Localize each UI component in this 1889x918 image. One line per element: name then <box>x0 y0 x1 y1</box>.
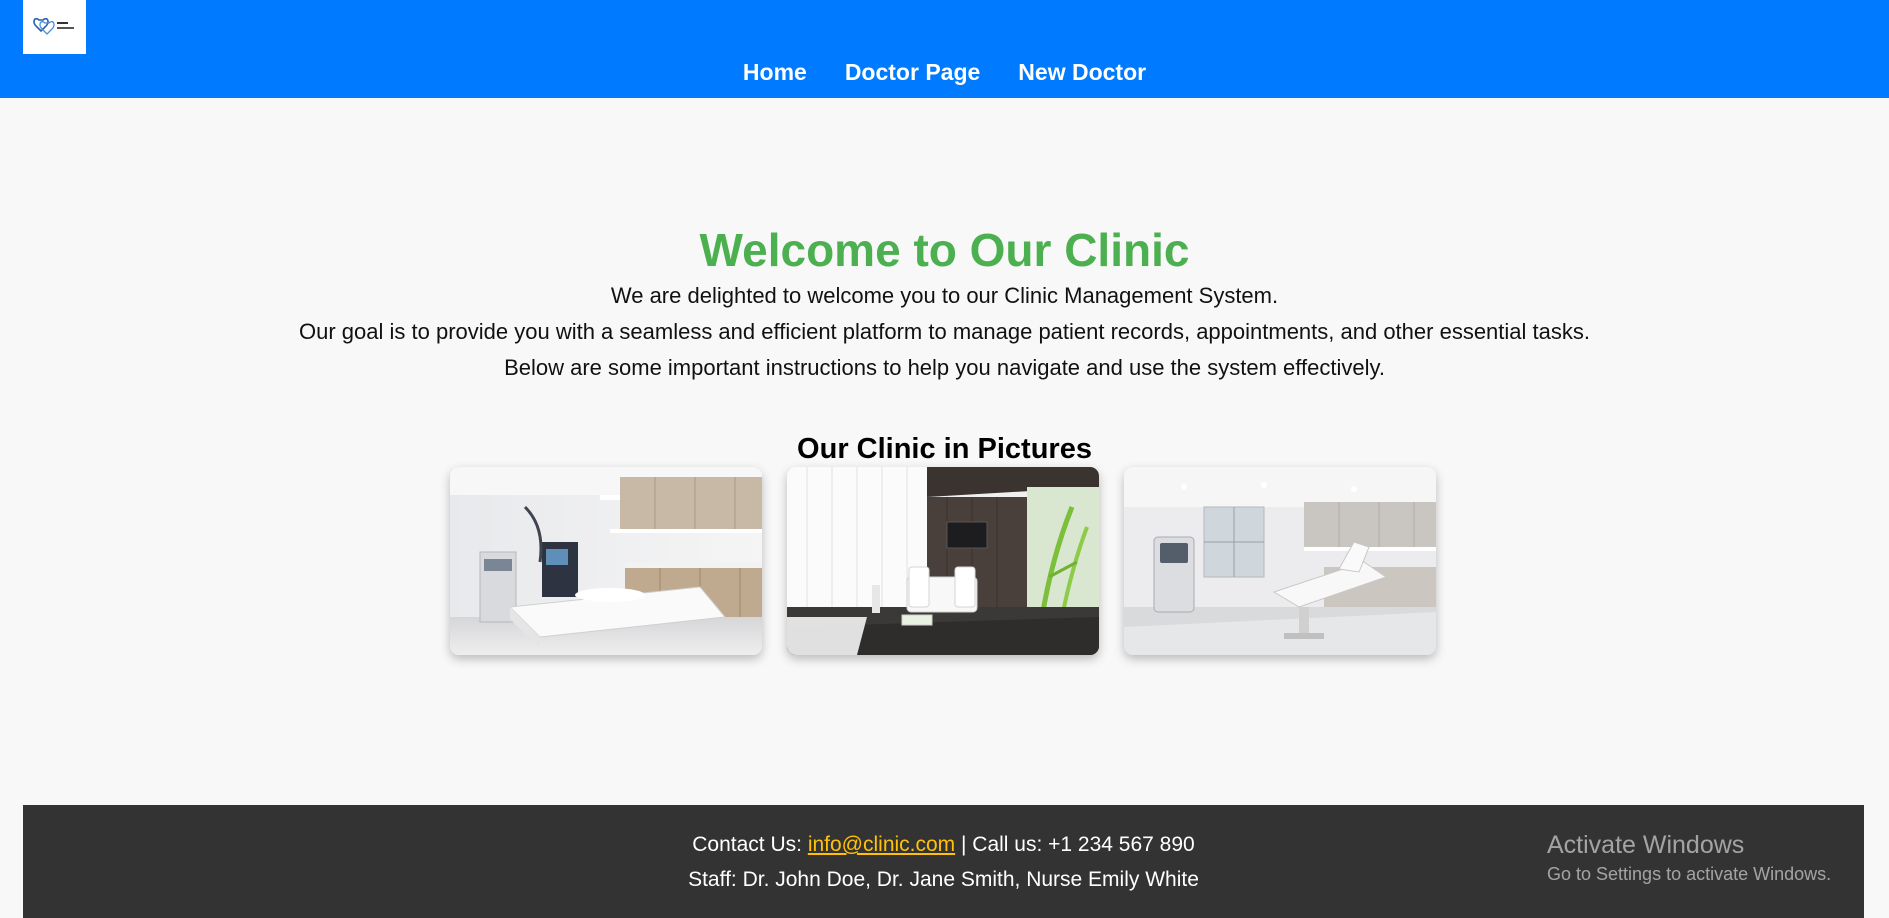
welcome-section: Welcome to Our Clinic We are delighted t… <box>0 222 1889 386</box>
welcome-line-2: Our goal is to provide you with a seamle… <box>299 319 1590 344</box>
clinic-photo-3-image <box>1124 467 1436 655</box>
clinic-photo-1-image <box>450 467 762 655</box>
nav-home[interactable]: Home <box>743 59 807 86</box>
welcome-line-1: We are delighted to welcome you to our C… <box>610 283 1279 308</box>
welcome-title: Welcome to Our Clinic <box>699 224 1190 276</box>
contact-phone: | Call us: +1 234 567 890 <box>955 833 1195 856</box>
nav-new-doctor[interactable]: New Doctor <box>1018 59 1146 86</box>
nav-doctor-page[interactable]: Doctor Page <box>845 59 980 86</box>
logo[interactable] <box>23 0 86 54</box>
windows-activation-watermark: Activate Windows Go to Settings to activ… <box>1547 829 1831 887</box>
contact-prefix: Contact Us: <box>692 833 808 856</box>
clinic-photo-treatment-room <box>450 467 762 655</box>
clinic-photo-waiting-room <box>787 467 1099 655</box>
clinic-logo-icon <box>32 17 74 35</box>
footer: Contact Us: info@clinic.com | Call us: +… <box>23 805 1864 918</box>
clinic-photo-procedure-room <box>1124 467 1436 655</box>
page: Home Doctor Page New Doctor Welcome to O… <box>0 0 1889 918</box>
activate-windows-title: Activate Windows <box>1547 831 1745 859</box>
gallery-title: Our Clinic in Pictures <box>797 433 1092 465</box>
clinic-photo-2-image <box>787 467 1099 655</box>
activate-windows-subtitle: Go to Settings to activate Windows. <box>1547 864 1832 884</box>
welcome-line-3: Below are some important instructions to… <box>504 355 1385 380</box>
clinic-gallery <box>450 467 1436 655</box>
contact-email-link[interactable]: info@clinic.com <box>808 833 955 856</box>
top-bar <box>0 0 1889 47</box>
main-nav: Home Doctor Page New Doctor <box>0 47 1889 98</box>
